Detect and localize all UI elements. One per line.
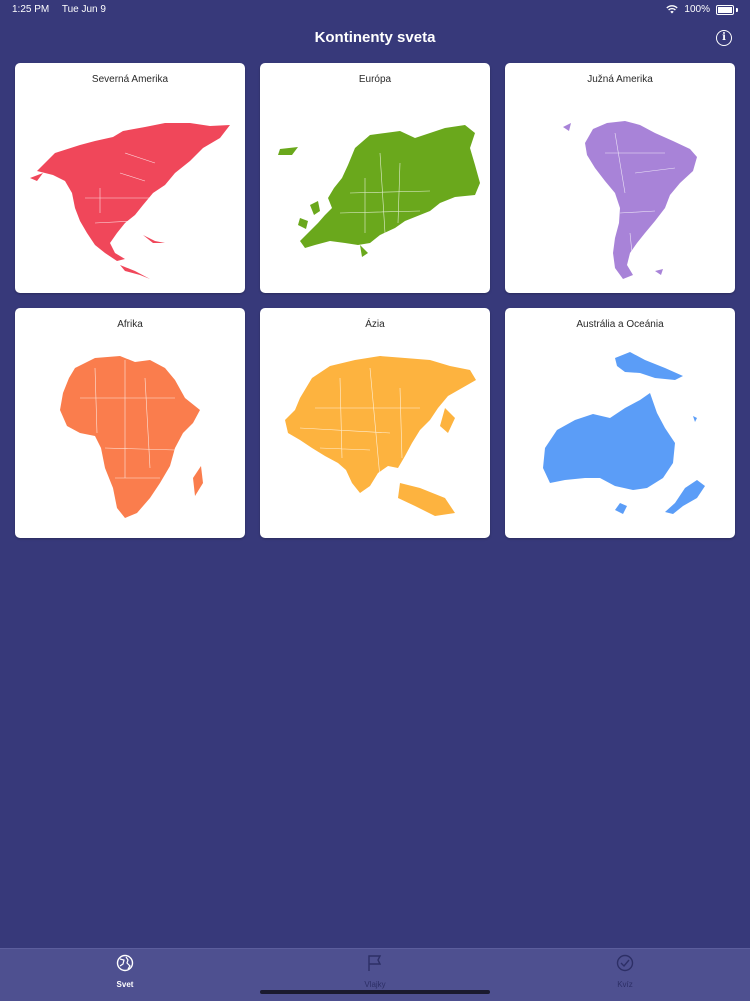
status-right: 100% xyxy=(666,4,738,15)
status-bar: 1:25 PM Tue Jun 9 100% xyxy=(0,0,750,20)
continent-label: Južná Amerika xyxy=(587,74,653,85)
page-title: Kontinenty sveta xyxy=(314,29,436,46)
tab-label: Svet xyxy=(116,980,134,989)
continent-label: Afrika xyxy=(117,319,143,330)
wifi-icon xyxy=(666,5,679,14)
flag-icon xyxy=(368,955,382,971)
continent-label: Európa xyxy=(358,74,392,85)
check-circle-icon xyxy=(616,954,634,972)
tab-label: Kvíz xyxy=(617,980,633,989)
status-time: 1:25 PM xyxy=(12,4,50,15)
north-america-map xyxy=(30,123,230,279)
europe-map xyxy=(278,125,480,257)
continent-grid: Severná Amerika Európa Južná Amerika Afr… xyxy=(15,63,735,538)
continent-label: Ázia xyxy=(365,319,385,330)
continent-card-africa[interactable]: Afrika xyxy=(15,308,245,538)
tab-vlajky[interactable]: Vlajky xyxy=(345,954,405,989)
africa-map xyxy=(60,356,203,518)
status-date: Tue Jun 9 xyxy=(61,4,106,15)
globe-icon xyxy=(116,954,134,972)
battery-percent: 100% xyxy=(684,4,710,15)
tab-svet[interactable]: Svet xyxy=(95,954,155,989)
continent-label: Severná Amerika xyxy=(91,74,169,85)
australia-oceania-map xyxy=(543,352,705,514)
asia-map xyxy=(285,356,476,516)
continent-card-south-america[interactable]: Južná Amerika xyxy=(505,63,735,293)
tab-label: Vlajky xyxy=(364,980,386,989)
status-left: 1:25 PM Tue Jun 9 xyxy=(12,4,116,15)
info-icon[interactable]: i xyxy=(716,30,732,46)
battery-icon xyxy=(716,4,734,15)
south-america-map xyxy=(563,121,697,279)
continent-card-europe[interactable]: Európa xyxy=(260,63,490,293)
battery-tip xyxy=(736,7,738,12)
home-indicator xyxy=(260,990,490,994)
continent-label: Austrália a Oceánia xyxy=(576,319,664,330)
continent-card-australia-oceania[interactable]: Austrália a Oceánia xyxy=(505,308,735,538)
tab-kviz[interactable]: Kvíz xyxy=(595,954,655,989)
continent-card-north-america[interactable]: Severná Amerika xyxy=(15,63,245,293)
continent-card-asia[interactable]: Ázia xyxy=(260,308,490,538)
